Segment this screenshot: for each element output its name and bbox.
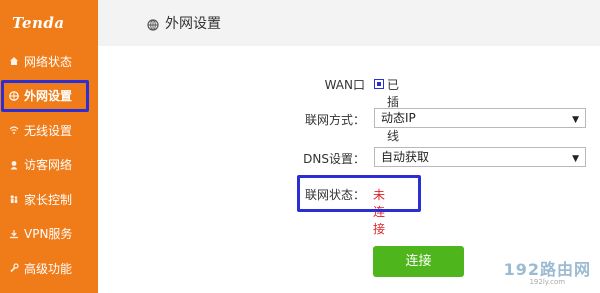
sidebar-item-label: 访客网络 (24, 158, 73, 173)
sidebar-item-guest-network[interactable]: 访客网络 (0, 148, 98, 183)
sidebar-item-label: 高级功能 (24, 261, 73, 276)
status-highlight (297, 175, 421, 212)
wifi-icon (9, 125, 19, 135)
watermark-main: 192路由网 (503, 260, 591, 279)
wrench-icon (9, 263, 19, 273)
active-item-highlight (1, 80, 89, 112)
dns-label: DNS设置： (303, 152, 365, 166)
connection-mode-select[interactable]: 动态IP ▼ (374, 108, 586, 128)
sidebar-item-network-status[interactable]: 网络状态 (0, 44, 98, 79)
chevron-down-icon: ▼ (572, 154, 579, 164)
dns-select[interactable]: 自动获取 ▼ (374, 147, 586, 167)
sidebar-item-label: 网络状态 (24, 54, 73, 69)
sidebar-item-label: 无线设置 (24, 123, 73, 138)
download-icon (9, 229, 19, 239)
parental-icon (9, 194, 19, 204)
page-header: 外网设置 (98, 0, 600, 46)
sidebar-item-label: VPN服务 (24, 227, 73, 242)
sidebar-item-advanced[interactable]: 高级功能 (0, 251, 98, 286)
connect-button[interactable]: 连接 (373, 246, 464, 277)
dns-value: 自动获取 (381, 150, 430, 164)
sidebar-item-wireless-settings[interactable]: 无线设置 (0, 113, 98, 148)
wan-connected-checkbox (374, 79, 384, 89)
sidebar-item-parental-control[interactable]: 家长控制 (0, 182, 98, 217)
wan-label: WAN口 (324, 78, 365, 92)
watermark: 192路由网 192ly.com (504, 256, 591, 286)
sidebar-item-vpn[interactable]: VPN服务 (0, 217, 98, 252)
chevron-down-icon: ▼ (572, 115, 579, 125)
guest-icon (9, 160, 19, 170)
connection-mode-label: 联网方式： (304, 113, 365, 127)
sidebar-item-label: 家长控制 (24, 192, 73, 207)
home-icon (9, 56, 19, 66)
page-title: 外网设置 (165, 16, 221, 32)
connection-mode-value: 动态IP (381, 111, 416, 125)
tenda-logo: Tenda (12, 14, 65, 32)
globe-icon (147, 16, 159, 31)
sidebar: Tenda 网络状态 外网设置 无线设置 访客网络 家长控制 VPN服务 高级功… (0, 0, 98, 293)
active-item-pointer (88, 89, 95, 105)
